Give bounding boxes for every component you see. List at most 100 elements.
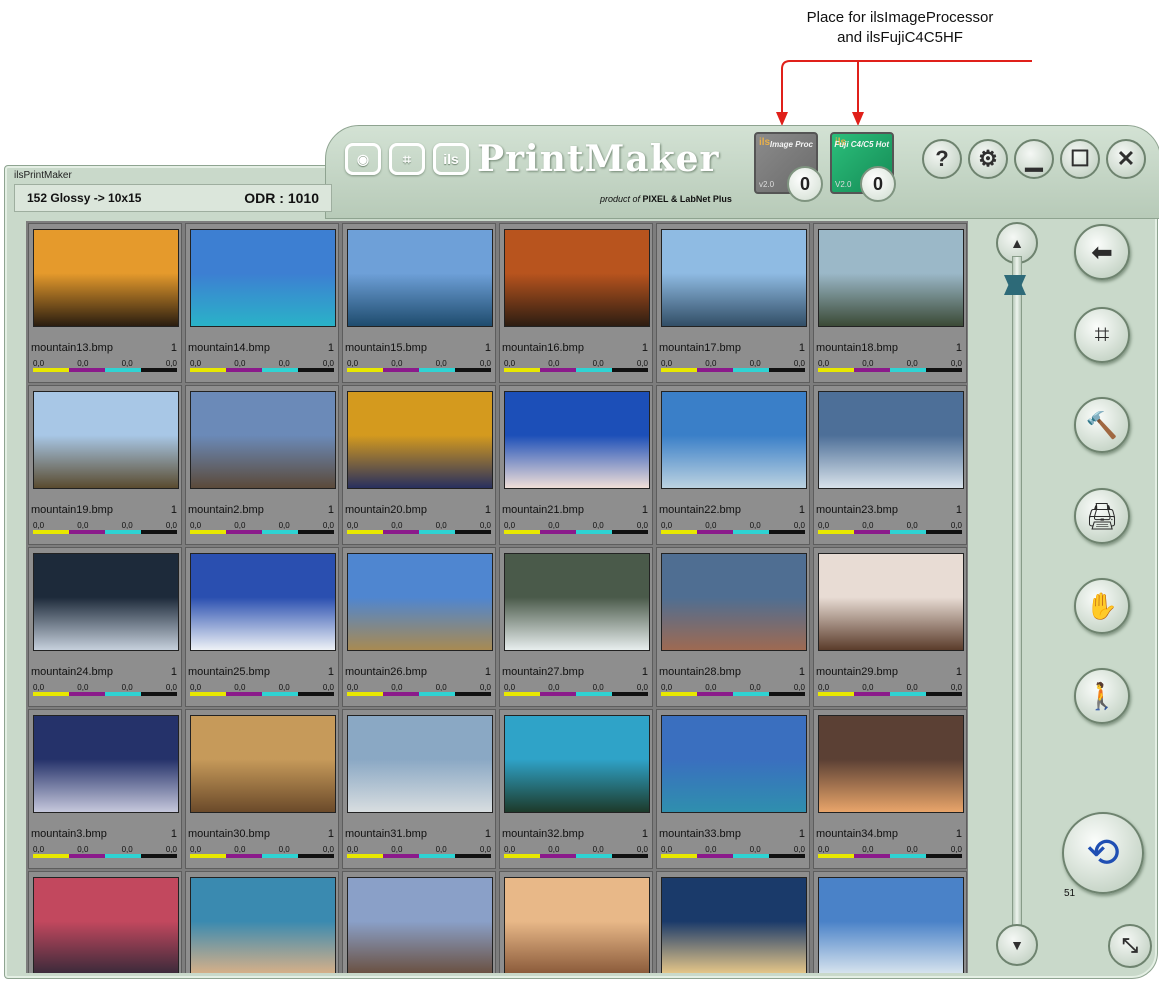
thumbnail-image[interactable] bbox=[504, 715, 650, 813]
walk-button[interactable]: 🚶 bbox=[1074, 668, 1130, 724]
thumbnail-cell[interactable]: mountain28.bmp 1 0,0 0,0 0,0 0,0 bbox=[656, 547, 810, 707]
scroll-track[interactable] bbox=[1012, 256, 1022, 928]
thumbnail-cell[interactable]: mountain25.bmp 1 0,0 0,0 0,0 0,0 bbox=[185, 547, 339, 707]
thumbnail-image[interactable] bbox=[33, 553, 179, 651]
thumbnail-image[interactable] bbox=[661, 391, 807, 489]
scroll-down-button[interactable]: ▼ bbox=[996, 924, 1038, 966]
thumbnail-quantity[interactable]: 1 bbox=[485, 828, 491, 840]
thumbnail-quantity[interactable]: 1 bbox=[328, 504, 334, 516]
thumbnail-image[interactable] bbox=[504, 229, 650, 327]
thumbnail-quantity[interactable]: 1 bbox=[956, 342, 962, 354]
thumbnail-cell[interactable]: mountain2.bmp 1 0,0 0,0 0,0 0,0 bbox=[185, 385, 339, 545]
thumbnail-cell[interactable]: mountain34.bmp 1 0,0 0,0 0,0 0,0 bbox=[813, 709, 967, 869]
thumbnail-image[interactable] bbox=[818, 715, 964, 813]
thumbnail-cell[interactable]: mountain22.bmp 1 0,0 0,0 0,0 0,0 bbox=[656, 385, 810, 545]
thumbnail-cell[interactable]: mountain29.bmp 1 0,0 0,0 0,0 0,0 bbox=[813, 547, 967, 707]
thumbnail-cell[interactable]: mountain30.bmp 1 0,0 0,0 0,0 0,0 bbox=[185, 709, 339, 869]
thumbnail-quantity[interactable]: 1 bbox=[328, 828, 334, 840]
thumbnail-cell[interactable]: mountain18.bmp 1 0,0 0,0 0,0 0,0 bbox=[813, 223, 967, 383]
thumbnail-cell[interactable]: mountain15.bmp 1 0,0 0,0 0,0 0,0 bbox=[342, 223, 496, 383]
thumbnail-cell[interactable]: mountain3.bmp 1 0,0 0,0 0,0 0,0 bbox=[28, 709, 182, 869]
thumbnail-quantity[interactable]: 1 bbox=[485, 504, 491, 516]
thumbnail-image[interactable] bbox=[33, 715, 179, 813]
thumbnail-quantity[interactable]: 1 bbox=[956, 828, 962, 840]
thumbnail-quantity[interactable]: 1 bbox=[799, 828, 805, 840]
thumbnail-quantity[interactable]: 1 bbox=[171, 666, 177, 678]
thumbnail-quantity[interactable]: 1 bbox=[799, 666, 805, 678]
thumbnail-cell[interactable]: mountain31.bmp 1 0,0 0,0 0,0 0,0 bbox=[342, 709, 496, 869]
thumbnail-quantity[interactable]: 1 bbox=[171, 504, 177, 516]
thumbnail-cell[interactable]: mountain27.bmp 1 0,0 0,0 0,0 0,0 bbox=[499, 547, 653, 707]
thumbnail-image[interactable] bbox=[661, 877, 807, 973]
thumbnail-image[interactable] bbox=[661, 553, 807, 651]
color-channel-bar bbox=[818, 368, 854, 372]
thumbnail-quantity[interactable]: 1 bbox=[485, 342, 491, 354]
thumbnail-cell[interactable]: mountain21.bmp 1 0,0 0,0 0,0 0,0 bbox=[499, 385, 653, 545]
thumbnail-quantity[interactable]: 1 bbox=[956, 666, 962, 678]
thumbnail-cell[interactable]: mountain17.bmp 1 0,0 0,0 0,0 0,0 bbox=[656, 223, 810, 383]
thumbnail-image[interactable] bbox=[190, 877, 336, 973]
thumbnail-image[interactable] bbox=[661, 715, 807, 813]
thumbnail-image[interactable] bbox=[190, 229, 336, 327]
thumbnail-cell[interactable] bbox=[342, 871, 496, 973]
thumbnail-cell[interactable]: mountain23.bmp 1 0,0 0,0 0,0 0,0 bbox=[813, 385, 967, 545]
thumbnail-image[interactable] bbox=[818, 391, 964, 489]
thumbnail-quantity[interactable]: 1 bbox=[799, 504, 805, 516]
thumbnail-cell[interactable]: mountain32.bmp 1 0,0 0,0 0,0 0,0 bbox=[499, 709, 653, 869]
thumbnail-cell[interactable]: mountain19.bmp 1 0,0 0,0 0,0 0,0 bbox=[28, 385, 182, 545]
color-button[interactable]: ✋ bbox=[1074, 578, 1130, 634]
thumbnail-cell[interactable]: mountain33.bmp 1 0,0 0,0 0,0 0,0 bbox=[656, 709, 810, 869]
crop-button[interactable]: ⌗ bbox=[1074, 307, 1130, 363]
thumbnail-image[interactable] bbox=[818, 229, 964, 327]
thumbnail-cell[interactable]: mountain24.bmp 1 0,0 0,0 0,0 0,0 bbox=[28, 547, 182, 707]
thumbnail-image[interactable] bbox=[347, 553, 493, 651]
printer-button[interactable]: 🖨 bbox=[1074, 488, 1130, 544]
thumbnail-cell[interactable]: mountain16.bmp 1 0,0 0,0 0,0 0,0 bbox=[499, 223, 653, 383]
maximize-button[interactable]: ☐ bbox=[1060, 139, 1100, 179]
thumbnail-image[interactable] bbox=[504, 391, 650, 489]
settings-button[interactable]: ⚙ bbox=[968, 139, 1008, 179]
thumbnail-quantity[interactable]: 1 bbox=[171, 828, 177, 840]
thumbnail-quantity[interactable]: 1 bbox=[171, 342, 177, 354]
thumbnail-image[interactable] bbox=[190, 391, 336, 489]
tools-button[interactable]: 🔨 bbox=[1074, 397, 1130, 453]
thumbnail-cell[interactable] bbox=[185, 871, 339, 973]
thumbnail-quantity[interactable]: 1 bbox=[328, 342, 334, 354]
thumbnail-image[interactable] bbox=[818, 553, 964, 651]
thumbnail-quantity[interactable]: 1 bbox=[642, 666, 648, 678]
thumbnail-cell[interactable] bbox=[813, 871, 967, 973]
thumbnail-image[interactable] bbox=[33, 229, 179, 327]
thumbnail-image[interactable] bbox=[504, 553, 650, 651]
print-queue-button[interactable]: ⟲ bbox=[1062, 812, 1144, 894]
resize-button[interactable]: ⤡ bbox=[1108, 924, 1152, 968]
thumbnail-quantity[interactable]: 1 bbox=[485, 666, 491, 678]
thumbnail-image[interactable] bbox=[661, 229, 807, 327]
thumbnail-quantity[interactable]: 1 bbox=[642, 828, 648, 840]
thumbnail-image[interactable] bbox=[33, 877, 179, 973]
thumbnail-quantity[interactable]: 1 bbox=[642, 342, 648, 354]
thumbnail-cell[interactable]: mountain20.bmp 1 0,0 0,0 0,0 0,0 bbox=[342, 385, 496, 545]
thumbnail-image[interactable] bbox=[190, 715, 336, 813]
thumbnail-cell[interactable] bbox=[656, 871, 810, 973]
back-button[interactable]: ⬅ bbox=[1074, 224, 1130, 280]
thumbnail-quantity[interactable]: 1 bbox=[642, 504, 648, 516]
thumbnail-image[interactable] bbox=[347, 229, 493, 327]
thumbnail-cell[interactable]: mountain26.bmp 1 0,0 0,0 0,0 0,0 bbox=[342, 547, 496, 707]
thumbnail-cell[interactable]: mountain14.bmp 1 0,0 0,0 0,0 0,0 bbox=[185, 223, 339, 383]
thumbnail-image[interactable] bbox=[347, 391, 493, 489]
help-button[interactable]: ? bbox=[922, 139, 962, 179]
thumbnail-image[interactable] bbox=[347, 715, 493, 813]
thumbnail-quantity[interactable]: 1 bbox=[799, 342, 805, 354]
minimize-button[interactable]: ▁ bbox=[1014, 139, 1054, 179]
thumbnail-cell[interactable]: mountain13.bmp 1 0,0 0,0 0,0 0,0 bbox=[28, 223, 182, 383]
thumbnail-cell[interactable] bbox=[499, 871, 653, 973]
thumbnail-image[interactable] bbox=[347, 877, 493, 973]
thumbnail-image[interactable] bbox=[504, 877, 650, 973]
thumbnail-image[interactable] bbox=[33, 391, 179, 489]
thumbnail-image[interactable] bbox=[190, 553, 336, 651]
thumbnail-image[interactable] bbox=[818, 877, 964, 973]
close-button[interactable]: ✕ bbox=[1106, 139, 1146, 179]
thumbnail-quantity[interactable]: 1 bbox=[956, 504, 962, 516]
thumbnail-cell[interactable] bbox=[28, 871, 182, 973]
thumbnail-quantity[interactable]: 1 bbox=[328, 666, 334, 678]
